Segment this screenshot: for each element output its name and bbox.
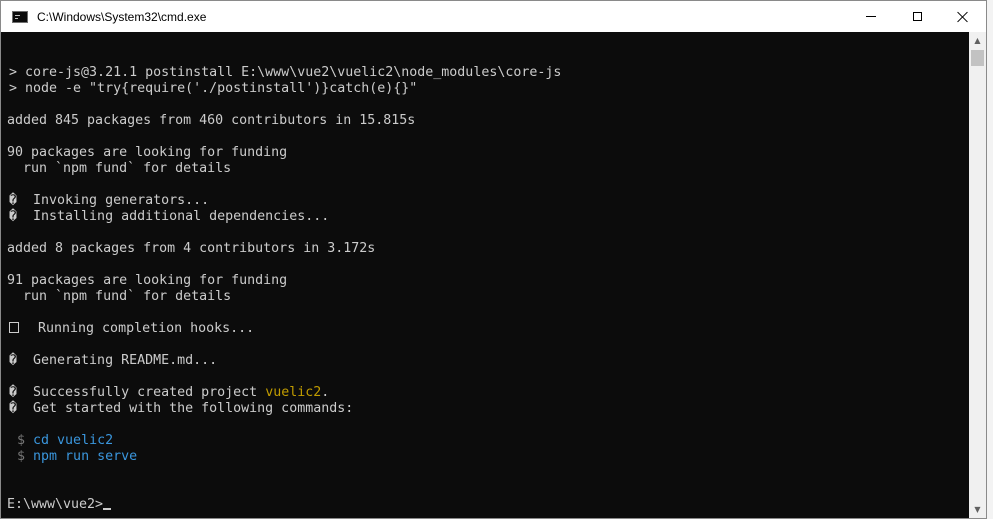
- scroll-down-icon[interactable]: ▼: [969, 501, 986, 518]
- scroll-up-icon[interactable]: ▲: [969, 32, 986, 49]
- console-output[interactable]: > core-js@3.21.1 postinstall E:\www\vue2…: [1, 32, 969, 518]
- text-cursor: [103, 508, 112, 510]
- vertical-scrollbar[interactable]: ▲ ▼: [969, 32, 986, 518]
- console-line-success: � Successfully created project vuelic2.: [9, 385, 330, 400]
- cd-command: cd vuelic2: [33, 433, 114, 448]
- console-icon: [12, 10, 28, 23]
- console-line: > node -e "try{require('./postinstall')}…: [9, 81, 418, 96]
- serve-command: npm run serve: [33, 449, 138, 464]
- prompt: E:\www\vue2>: [7, 497, 104, 512]
- console-line-cd: $ cd vuelic2: [9, 433, 114, 448]
- console-line: added 845 packages from 460 contributors…: [7, 113, 416, 128]
- close-icon: [957, 11, 969, 23]
- maximize-icon: [912, 12, 922, 21]
- console-line: � Invoking generators...: [9, 193, 210, 208]
- maximize-button[interactable]: [894, 1, 940, 32]
- minimize-button[interactable]: [848, 1, 894, 32]
- console-line-serve: $ npm run serve: [9, 449, 138, 464]
- console-line: run `npm fund` for details: [7, 161, 232, 176]
- console-line-hooks: Running completion hooks...: [9, 321, 254, 337]
- cmd-window: C:\Windows\System32\cmd.exe > core-js@3.…: [0, 0, 987, 519]
- project-name: vuelic2: [265, 385, 322, 400]
- console-line: added 8 packages from 4 contributors in …: [7, 241, 376, 256]
- console-line: 91 packages are looking for funding: [7, 273, 288, 288]
- console-line: run `npm fund` for details: [7, 289, 232, 304]
- window-title: C:\Windows\System32\cmd.exe: [37, 9, 207, 24]
- console-line: � Generating README.md...: [9, 353, 218, 368]
- checkbox-glyph-icon: [9, 322, 19, 333]
- console-line: 90 packages are looking for funding: [7, 145, 288, 160]
- minimize-icon: [866, 16, 876, 17]
- console-line: > core-js@3.21.1 postinstall E:\www\vue2…: [9, 65, 562, 80]
- prompt-line[interactable]: E:\www\vue2>: [7, 497, 112, 513]
- console-line: � Installing additional dependencies...: [9, 209, 330, 224]
- scroll-thumb[interactable]: [971, 50, 984, 66]
- console-line: � Get started with the following command…: [9, 401, 354, 416]
- window-controls: [848, 1, 986, 32]
- background-window-edge: [987, 0, 993, 519]
- close-button[interactable]: [940, 1, 986, 32]
- title-bar[interactable]: C:\Windows\System32\cmd.exe: [1, 1, 986, 32]
